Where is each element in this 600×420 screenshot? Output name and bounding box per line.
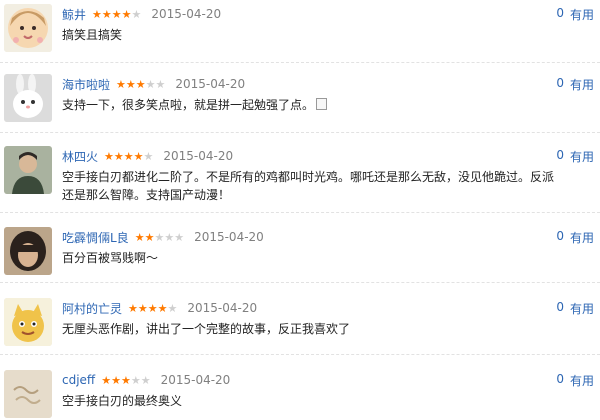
filled-star-icon: ★ xyxy=(121,7,132,21)
filled-star-icon: ★ xyxy=(135,77,146,91)
filled-star-icon: ★ xyxy=(120,373,131,387)
useful-count: 0 xyxy=(556,148,564,162)
comment-date: 2015-04-20 xyxy=(194,230,264,244)
comment-date: 2015-04-20 xyxy=(160,373,231,387)
username-link[interactable]: 林四火 xyxy=(62,148,98,165)
filled-star-icon: ★ xyxy=(128,301,138,315)
comment-header: cdjeff ★ ★ ★ ★ ★ 2015-04-20 xyxy=(62,371,230,389)
comment-header: 林四火 ★ ★ ★ ★ ★ 2015-04-20 xyxy=(62,147,233,165)
comment-list: 鲸井 ★ ★ ★ ★ ★ 2015-04-20 0 有用 搞笑且搞笑 海市啦啦 ★ ★ ★ ★… xyxy=(0,0,600,420)
username-link[interactable]: 鲸井 xyxy=(62,6,86,23)
useful-count: 0 xyxy=(556,76,564,90)
rating-stars: ★ ★ ★ ★ ★ xyxy=(135,232,184,243)
filled-star-icon: ★ xyxy=(111,373,121,387)
avatar[interactable] xyxy=(4,4,52,52)
avatar[interactable] xyxy=(4,227,52,275)
filled-star-icon: ★ xyxy=(144,230,155,244)
comment-item: cdjeff ★ ★ ★ ★ ★ 2015-04-20 0 有用 空手接白刃的最终奥义 xyxy=(0,368,600,420)
dark-hair-avatar-image xyxy=(4,227,52,275)
avatar[interactable] xyxy=(4,74,52,122)
divider xyxy=(0,282,600,283)
empty-star-icon: ★ xyxy=(155,77,166,91)
avatar[interactable] xyxy=(4,298,52,346)
empty-star-icon: ★ xyxy=(140,373,151,387)
comment-header: 阿村的亡灵 ★ ★ ★ ★ ★ 2015-04-20 xyxy=(62,299,257,317)
filled-star-icon: ★ xyxy=(125,77,136,91)
comment-item: 阿村的亡灵 ★ ★ ★ ★ ★ 2015-04-20 0 有用 无厘头恶作剧，讲出了一个… xyxy=(0,296,600,368)
divider xyxy=(0,62,600,63)
filled-star-icon: ★ xyxy=(134,230,145,244)
useful-button[interactable]: 有用 xyxy=(570,148,594,165)
rating-stars: ★ ★ ★ ★ ★ xyxy=(128,303,177,314)
filled-star-icon: ★ xyxy=(133,149,144,163)
rating-stars: ★ ★ ★ ★ ★ xyxy=(104,151,153,162)
useful-button[interactable]: 有用 xyxy=(570,76,594,93)
comment-date: 2015-04-20 xyxy=(187,301,258,315)
useful-count: 0 xyxy=(556,229,564,243)
comment-date: 2015-04-20 xyxy=(163,149,234,163)
empty-star-icon: ★ xyxy=(164,230,175,244)
empty-star-icon: ★ xyxy=(145,77,156,91)
comment-text: 无厘头恶作剧，讲出了一个完整的故事，反正我喜欢了 xyxy=(62,322,351,336)
comment-header: 海市啦啦 ★ ★ ★ ★ ★ 2015-04-20 xyxy=(62,75,245,93)
useful-button[interactable]: 有用 xyxy=(570,229,594,246)
username-link[interactable]: 海市啦啦 xyxy=(62,76,110,93)
comment-item: 林四火 ★ ★ ★ ★ ★ 2015-04-20 0 有用 空手接白刃都进化二阶了。不是… xyxy=(0,144,600,216)
empty-star-icon: ★ xyxy=(130,373,141,387)
filled-star-icon: ★ xyxy=(116,77,126,91)
man-portrait-avatar-image xyxy=(4,146,52,194)
comment-date: 2015-04-20 xyxy=(151,7,222,21)
empty-star-icon: ★ xyxy=(143,149,154,163)
divider xyxy=(0,132,600,133)
empty-star-icon: ★ xyxy=(174,230,185,244)
comment-text: 空手接白刃的最终奥义 xyxy=(62,394,183,408)
comment-item: 鲸井 ★ ★ ★ ★ ★ 2015-04-20 0 有用 搞笑且搞笑 xyxy=(0,2,600,74)
divider xyxy=(0,212,600,213)
comment-header: 吃霹惆倆L良 ★ ★ ★ ★ ★ 2015-04-20 xyxy=(62,228,264,246)
empty-star-icon: ★ xyxy=(131,7,142,21)
filled-star-icon: ★ xyxy=(123,149,134,163)
empty-star-icon: ★ xyxy=(167,301,178,315)
comment-text: 百分百被骂贱啊～ xyxy=(62,251,159,265)
useful-button[interactable]: 有用 xyxy=(570,372,594,389)
avatar[interactable] xyxy=(4,146,52,194)
filled-star-icon: ★ xyxy=(111,7,122,21)
useful-count: 0 xyxy=(556,300,564,314)
rating-stars: ★ ★ ★ ★ ★ xyxy=(101,375,150,386)
beige-sketch-avatar-image xyxy=(4,370,52,418)
username-link[interactable]: 阿村的亡灵 xyxy=(62,300,122,317)
useful-count: 0 xyxy=(556,372,564,386)
username-link[interactable]: 吃霹惆倆L良 xyxy=(62,229,129,246)
useful-count: 0 xyxy=(556,6,564,20)
filled-star-icon: ★ xyxy=(147,301,158,315)
filled-star-icon: ★ xyxy=(157,301,168,315)
filled-star-icon: ★ xyxy=(92,7,102,21)
comment-text: 支持一下，很多笑点啦，就是拼一起勉强了点。 xyxy=(62,96,562,114)
empty-star-icon: ★ xyxy=(154,230,165,244)
divider xyxy=(0,354,600,355)
useful-button[interactable]: 有用 xyxy=(570,6,594,23)
filled-star-icon: ★ xyxy=(113,149,124,163)
rating-stars: ★ ★ ★ ★ ★ xyxy=(92,9,141,20)
comment-text: 搞笑且搞笑 xyxy=(62,28,123,42)
avatar[interactable] xyxy=(4,370,52,418)
comment-text-content: 支持一下，很多笑点啦，就是拼一起勉强了点。 xyxy=(62,98,315,112)
anime-girl-avatar-image xyxy=(4,4,52,52)
rating-stars: ★ ★ ★ ★ ★ xyxy=(116,79,165,90)
comment-item: 吃霹惆倆L良 ★ ★ ★ ★ ★ 2015-04-20 0 有用 百分百被骂贱啊～ xyxy=(0,225,600,297)
filled-star-icon: ★ xyxy=(137,301,148,315)
comment-header: 鲸井 ★ ★ ★ ★ ★ 2015-04-20 xyxy=(62,5,221,23)
image-icon xyxy=(316,98,328,110)
username-link[interactable]: cdjeff xyxy=(62,373,95,387)
white-rabbit-avatar-image xyxy=(4,74,52,122)
filled-star-icon: ★ xyxy=(101,7,112,21)
cartoon-cat-avatar-image xyxy=(4,298,52,346)
comment-text: 空手接白刃都进化二阶了。不是所有的鸡都叫时光鸡。哪吒还是那么无敌，没见他跪过。反… xyxy=(62,170,555,202)
comment-date: 2015-04-20 xyxy=(175,77,246,91)
filled-star-icon: ★ xyxy=(104,149,114,163)
comment-item: 海市啦啦 ★ ★ ★ ★ ★ 2015-04-20 0 有用 支持一下，很多笑点啦，就是… xyxy=(0,72,600,144)
filled-star-icon: ★ xyxy=(101,373,112,387)
useful-button[interactable]: 有用 xyxy=(570,300,594,317)
